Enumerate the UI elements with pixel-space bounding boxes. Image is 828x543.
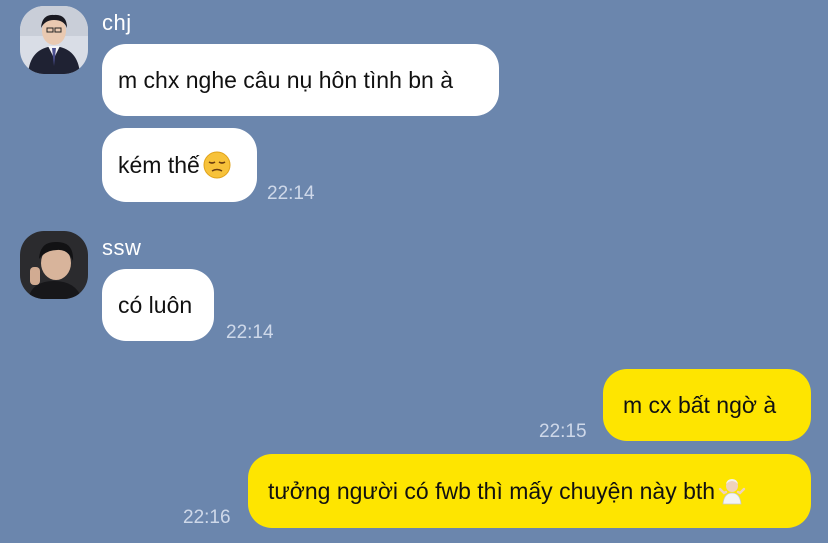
- message-text: m chx nghe câu nụ hôn tình bn à: [118, 66, 454, 93]
- avatar-chj-image: [20, 6, 88, 74]
- avatar-ssw-image: [20, 231, 88, 299]
- message-text: kém thế: [118, 151, 200, 178]
- message-bubble-incoming[interactable]: m chx nghe câu nụ hôn tình bn à: [102, 44, 499, 116]
- sender-name-chj: chj: [102, 10, 132, 35]
- message-text: m cx bất ngờ à: [623, 391, 777, 418]
- message-bubble-incoming[interactable]: có luôn: [102, 269, 214, 341]
- message-bubble-incoming[interactable]: kém thế: [102, 128, 257, 202]
- sender-name-ssw: ssw: [102, 235, 142, 260]
- pensive-face-icon: [202, 150, 232, 180]
- avatar-chj[interactable]: [20, 6, 88, 74]
- message-text: có luôn: [118, 291, 193, 318]
- message-timestamp: 22:14: [267, 183, 315, 204]
- avatar-ssw[interactable]: [20, 231, 88, 299]
- message-text: tưởng người có fwb thì mấy chuyện này bt…: [268, 477, 716, 504]
- message-timestamp: 22:14: [226, 322, 274, 343]
- message-timestamp: 22:16: [183, 507, 231, 528]
- message-timestamp: 22:15: [539, 421, 587, 442]
- message-bubble-outgoing[interactable]: m cx bất ngờ à: [603, 369, 811, 441]
- person-shrugging-icon: [717, 476, 747, 506]
- message-bubble-outgoing[interactable]: tưởng người có fwb thì mấy chuyện này bt…: [248, 454, 811, 528]
